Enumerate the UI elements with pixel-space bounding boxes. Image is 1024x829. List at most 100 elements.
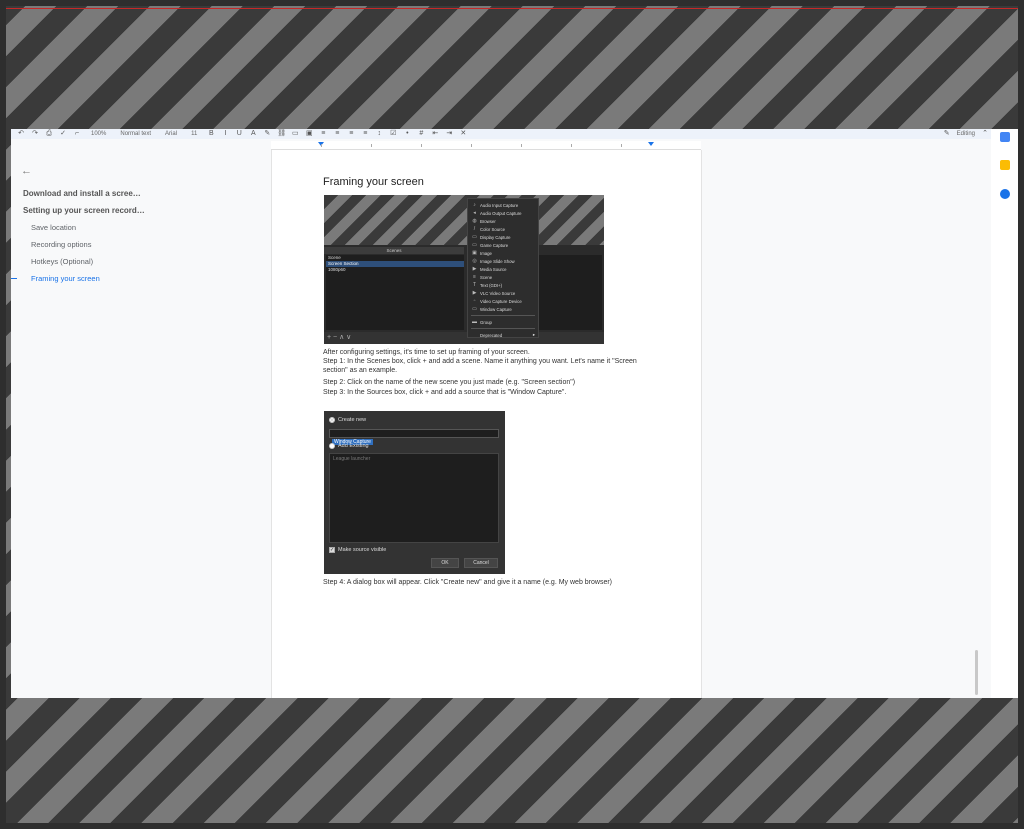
checklist-icon[interactable]: ☑: [389, 130, 397, 137]
obs-menu-item: ▬ Group: [472, 319, 492, 325]
text-color-icon[interactable]: A: [249, 130, 257, 137]
create-new-option: Create new: [329, 417, 366, 423]
comment-icon[interactable]: ▭: [291, 130, 299, 137]
obs-menu-item: ▶ Media Source: [472, 266, 507, 272]
outline-item[interactable]: Save location: [31, 223, 76, 232]
red-border-top: [6, 8, 1018, 9]
mic-icon: ♪: [473, 202, 476, 208]
numbered-list-icon[interactable]: #: [417, 130, 425, 137]
line-spacing-icon[interactable]: ↕: [375, 130, 383, 137]
document-outline: ← Download and install a scree… Setting …: [11, 153, 271, 698]
paragraph-step1: Step 1: In the Scenes box, click + and a…: [323, 358, 637, 374]
obs-menu-item: ◂ Audio Output Capture: [473, 210, 522, 216]
play-icon: ▶: [472, 290, 477, 296]
ruler[interactable]: [271, 141, 701, 150]
editing-mode-select[interactable]: Editing: [957, 131, 975, 137]
obs-menu-item: ♪ Audio Input Capture: [473, 202, 519, 208]
link-icon[interactable]: ⛓: [277, 130, 286, 137]
speaker-icon: ◂: [473, 210, 476, 216]
document-page[interactable]: Framing your screen Scenes Scene Screen …: [271, 150, 702, 698]
docs-toolbar: ↶ ↷ ⎙ ✓ ⌐ 100% Normal text Arial 11 B I …: [11, 129, 1019, 139]
side-panel-rail: [991, 129, 1019, 698]
gamepad-icon: ▭: [472, 242, 477, 248]
obs-scene-controls: + − ∧ ∨: [324, 332, 604, 344]
existing-sources-list: League launcher: [329, 453, 499, 543]
font-select[interactable]: Arial: [161, 131, 181, 137]
image-icon: ▣: [472, 250, 477, 256]
back-arrow-icon[interactable]: ←: [21, 165, 32, 177]
pencil-icon: ✎: [943, 130, 950, 137]
checkbox-checked-icon: ✓: [329, 547, 335, 553]
spellcheck-icon[interactable]: ✓: [59, 130, 67, 137]
outline-item[interactable]: Hotkeys (Optional): [31, 257, 93, 266]
paragraph-step4: Step 4: A dialog box will appear. Click …: [323, 579, 613, 586]
dialog-cancel-button: Cancel: [464, 558, 498, 568]
tasks-icon[interactable]: [1000, 189, 1010, 199]
play-icon: ▶: [472, 266, 477, 272]
justify-icon[interactable]: ≡: [361, 130, 369, 137]
text-icon: T: [472, 282, 477, 288]
clear-format-icon[interactable]: ✕: [459, 130, 467, 137]
zoom-select[interactable]: 100%: [87, 131, 110, 137]
style-select[interactable]: Normal text: [116, 131, 155, 137]
make-visible-option: ✓ Make source visible: [329, 547, 387, 553]
underline-icon[interactable]: U: [235, 130, 243, 137]
keep-icon[interactable]: [1000, 160, 1010, 170]
source-name-field: Window Capture: [329, 429, 499, 445]
insert-image-icon[interactable]: ▣: [305, 130, 313, 137]
obs-scenes-list: Scene Screen Section 1080p60: [326, 255, 464, 330]
outline-item[interactable]: Download and install a scree…: [23, 189, 141, 198]
outline-item-active[interactable]: Framing your screen: [31, 274, 100, 283]
align-right-icon[interactable]: ≡: [347, 130, 355, 137]
chevron-up-icon[interactable]: ⌃: [981, 130, 989, 137]
obs-menu-item: ≡ Scene: [473, 274, 493, 280]
italic-icon[interactable]: I: [221, 130, 229, 137]
bullet-list-icon[interactable]: •: [403, 130, 411, 137]
obs-scenes-header: Scenes: [324, 247, 464, 254]
increase-indent-icon[interactable]: ⇥: [445, 130, 453, 137]
section-heading: Framing your screen: [323, 176, 424, 188]
calendar-icon[interactable]: [1000, 132, 1010, 142]
obs-menu-item: ◎ Image Slide Show: [472, 258, 515, 264]
obs-menu-item: ▭ Window Capture: [472, 306, 512, 312]
outline-item[interactable]: Setting up your screen record…: [23, 206, 145, 215]
paint-format-icon[interactable]: ⌐: [73, 130, 81, 137]
right-indent-marker[interactable]: [648, 142, 654, 146]
obs-menu-item: ▭ Game Capture: [472, 242, 509, 248]
obs-menu-item: T Text (GDI+): [472, 282, 503, 288]
obs-menu-item: ▶ VLC Video Source: [472, 290, 516, 296]
active-outline-marker: [11, 278, 17, 279]
docs-window: ↶ ↷ ⎙ ✓ ⌐ 100% Normal text Arial 11 B I …: [11, 129, 1019, 698]
obs-menu-item: Deprecated ▸: [480, 332, 535, 338]
slideshow-icon: ◎: [472, 258, 477, 264]
radio-selected-icon: [329, 417, 335, 423]
outline-item[interactable]: Recording options: [31, 240, 91, 249]
align-center-icon[interactable]: ≡: [333, 130, 341, 137]
paragraph-step2: Step 2: Click on the name of the new sce…: [323, 379, 576, 386]
window-icon: ▭: [472, 306, 477, 312]
bold-icon[interactable]: B: [207, 130, 215, 137]
list-icon: ≡: [473, 274, 476, 280]
folder-icon: ▬: [472, 319, 477, 325]
align-left-icon[interactable]: ≡: [319, 130, 327, 137]
print-icon[interactable]: ⎙: [45, 130, 53, 137]
obs-screenshot: Scenes Scene Screen Section 1080p60 + − …: [324, 195, 604, 344]
camera-icon: ▫: [473, 298, 476, 304]
dialog-ok-button: OK: [431, 558, 459, 568]
obs-menu-item: ▭ Display Capture: [472, 234, 511, 240]
brush-icon: /: [473, 226, 476, 232]
undo-icon[interactable]: ↶: [17, 130, 25, 137]
font-size-select[interactable]: 11: [187, 131, 201, 137]
obs-create-source-dialog: Create new Window Capture Add Existing L…: [324, 411, 505, 574]
decrease-indent-icon[interactable]: ⇤: [431, 130, 439, 137]
obs-preview: [324, 195, 604, 245]
add-existing-option: Add Existing: [329, 443, 369, 449]
highlight-icon[interactable]: ✎: [263, 130, 271, 137]
obs-menu-item: ▣ Image: [472, 250, 492, 256]
radio-icon: [329, 443, 335, 449]
obs-menu-item: / Color Source: [473, 226, 506, 232]
monitor-icon: ▭: [472, 234, 477, 240]
vertical-scrollbar[interactable]: [975, 650, 978, 695]
obs-add-source-menu: ♪ Audio Input Capture ◂ Audio Output Captu…: [467, 198, 539, 338]
redo-icon[interactable]: ↷: [31, 130, 39, 137]
